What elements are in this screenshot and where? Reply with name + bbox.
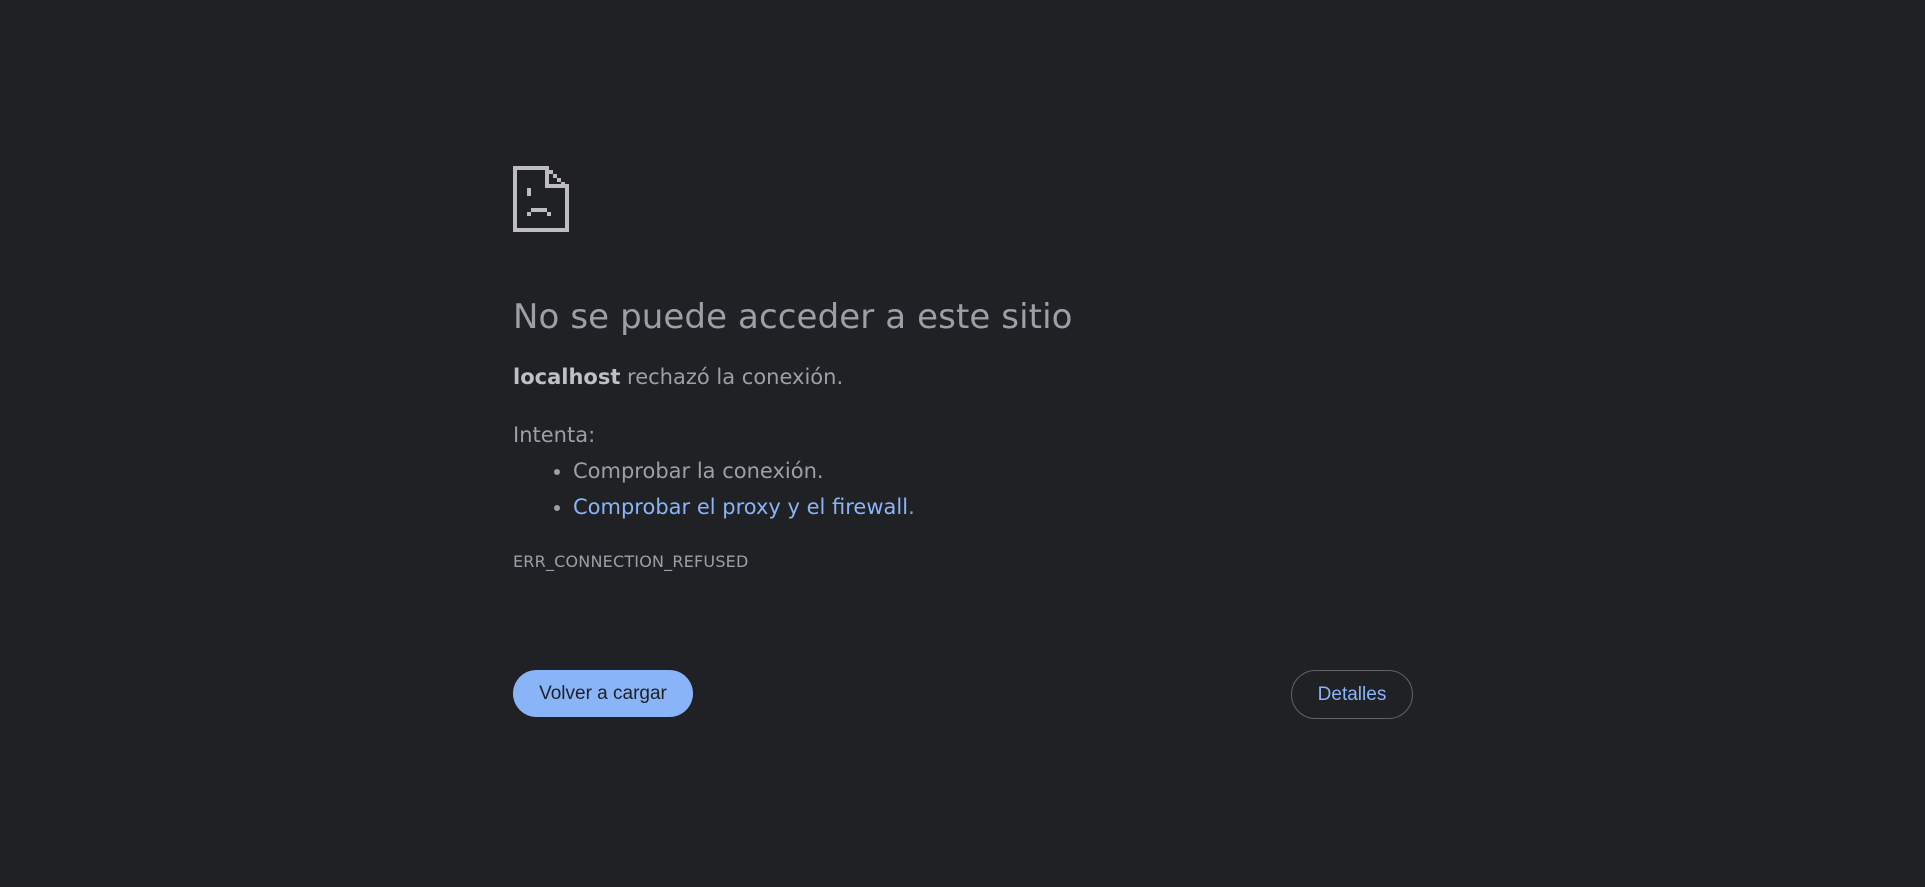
suggestion-check-connection: Comprobar la conexión. [573,453,1413,489]
reload-button[interactable]: Volver a cargar [513,670,693,717]
suggestion-check-proxy: Comprobar el proxy y el firewall. [573,489,1413,525]
error-host: localhost [513,365,621,389]
suggestion-text: Comprobar la conexión. [573,459,824,483]
sad-document-icon [513,166,569,232]
error-code: ERR_CONNECTION_REFUSED [513,552,749,571]
suggestions-list: Comprobar la conexión. Comprobar el prox… [513,453,1413,525]
error-page: No se puede acceder a este sitio localho… [0,0,1925,887]
details-button[interactable]: Detalles [1291,670,1413,719]
suggestion-suffix: . [908,495,915,519]
error-heading: No se puede acceder a este sitio [513,297,1073,337]
suggestions-label: Intenta: [513,423,596,447]
check-proxy-firewall-link[interactable]: Comprobar el proxy y el firewall [573,495,908,519]
error-summary: localhost rechazó la conexión. [513,363,1413,391]
error-content: No se puede acceder a este sitio localho… [513,166,1413,572]
error-summary-text: rechazó la conexión. [620,365,844,389]
